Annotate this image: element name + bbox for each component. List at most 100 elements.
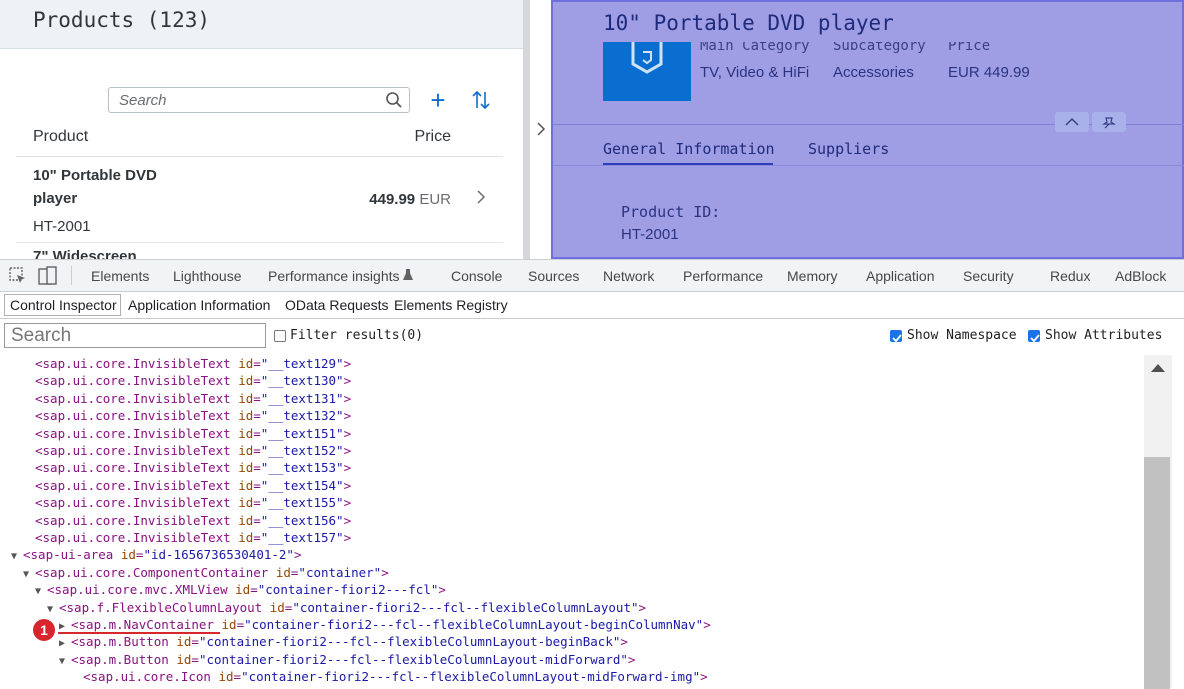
tab-suppliers[interactable]: Suppliers	[808, 140, 889, 158]
product-search-input[interactable]: Search	[108, 87, 410, 113]
tree-node[interactable]: ▼ <sap.ui.core.ComponentContainer id="con…	[23, 564, 389, 581]
tree-node-tag: <sap.ui.core.InvisibleText	[35, 373, 239, 389]
product-price: 449.99 EUR	[369, 191, 451, 208]
tab-odata-requests[interactable]: OData Requests	[285, 297, 389, 313]
tree-node[interactable]: <sap.ui.core.InvisibleText id="__text152…	[35, 442, 351, 459]
tree-node-equals: =	[233, 669, 242, 685]
filter-results-checkbox[interactable]	[274, 330, 286, 342]
tab-control-inspector[interactable]: Control Inspector	[10, 297, 117, 313]
collapse-header-button[interactable]	[1055, 112, 1089, 132]
checkmark-icon	[1030, 334, 1040, 343]
search-placeholder: Search	[11, 325, 72, 346]
tab-sources[interactable]: Sources	[528, 268, 579, 284]
tab-console[interactable]: Console	[451, 268, 502, 284]
scroll-up-arrow-icon[interactable]	[1151, 364, 1165, 372]
chevron-right-icon[interactable]	[534, 120, 548, 138]
tab-elements[interactable]: Elements	[91, 268, 149, 284]
tree-node[interactable]: ▼ <sap.ui.core.mvc.XMLView id="container-…	[35, 581, 446, 598]
show-namespace-checkbox[interactable]	[890, 330, 902, 343]
device-toolbar-icon[interactable]	[38, 266, 58, 286]
tree-node-attr-name: id	[238, 495, 254, 511]
tab-adblock[interactable]: AdBlock	[1115, 268, 1166, 284]
tree-node-attr-value: "id-1656736530401-2"	[143, 547, 294, 563]
control-search-input[interactable]: Search	[4, 323, 266, 348]
tree-node-close: >	[343, 408, 352, 424]
tree-node-tag: <sap.ui.core.InvisibleText	[35, 425, 239, 441]
tab-performance[interactable]: Performance	[683, 268, 763, 284]
control-tree: <sap.ui.core.InvisibleText id="__text129…	[0, 355, 1144, 688]
tree-node[interactable]: <sap.ui.core.InvisibleText id="__text156…	[35, 512, 351, 529]
tree-node-attr-value: "container"	[298, 564, 382, 580]
tree-node[interactable]: <sap.ui.core.InvisibleText id="__text131…	[35, 390, 351, 407]
tree-node[interactable]: <sap.ui.core.InvisibleText id="__text157…	[35, 529, 351, 546]
tab-elements-registry[interactable]: Elements Registry	[394, 297, 508, 313]
price-currency: EUR	[419, 191, 451, 208]
tree-node-attr-name: id	[238, 512, 254, 528]
tab-application[interactable]: Application	[866, 268, 935, 284]
tree-node-attr-value: "__text152"	[260, 443, 344, 458]
list-scrollbar[interactable]	[523, 0, 530, 259]
tab-security[interactable]: Security	[963, 268, 1014, 284]
expanded-triangle-icon[interactable]: ▼	[23, 566, 35, 583]
column-header-product: Product	[33, 128, 89, 145]
tree-node[interactable]: ▶ <sap.m.NavContainer id="container-fiori…	[59, 616, 711, 633]
tree-node[interactable]: <sap.ui.core.InvisibleText id="__text130…	[35, 372, 351, 389]
sort-icon[interactable]	[470, 88, 492, 112]
product-image-icon	[631, 42, 663, 74]
tab-application-information[interactable]: Application Information	[128, 297, 270, 313]
tree-node-tag: <sap.ui.core.InvisibleText	[35, 356, 239, 371]
tree-node[interactable]: <sap.ui.core.InvisibleText id="__text154…	[35, 477, 351, 494]
tree-node-close: >	[343, 495, 352, 511]
tab-redux[interactable]: Redux	[1050, 268, 1090, 284]
search-icon[interactable]	[385, 91, 403, 109]
tree-node-close: >	[293, 547, 302, 563]
expanded-triangle-icon[interactable]: ▼	[59, 653, 71, 670]
tree-node-attr-value: "__text131"	[260, 390, 344, 406]
tree-node-attr-name: id	[238, 425, 254, 441]
tab-network[interactable]: Network	[603, 268, 654, 284]
tree-scrollbar-thumb[interactable]	[1144, 457, 1170, 689]
tree-node-tag: <sap.ui.core.InvisibleText	[35, 495, 239, 511]
tree-node[interactable]: <sap.ui.core.InvisibleText id="__text155…	[35, 494, 351, 511]
table-row[interactable]: 10" Portable DVD player HT-2001 449.99 E…	[16, 158, 503, 243]
pin-header-button[interactable]	[1092, 112, 1126, 132]
checkmark-icon	[892, 334, 902, 343]
inspect-element-icon[interactable]	[9, 267, 27, 285]
expanded-triangle-icon[interactable]: ▼	[47, 601, 59, 618]
header-value-price: EUR 449.99	[948, 64, 1030, 81]
tree-node[interactable]: <sap.ui.core.InvisibleText id="__text132…	[35, 407, 351, 424]
tree-node[interactable]: <sap.ui.core.InvisibleText id="__text129…	[35, 355, 351, 372]
tree-node-tag: <sap.ui.core.InvisibleText	[35, 390, 239, 406]
tree-node[interactable]: ▼ <sap.m.Button id="container-fiori2---fc…	[59, 651, 635, 668]
devtools-panel: Elements Lighthouse Performance insights…	[0, 259, 1184, 689]
tree-node-close: >	[700, 669, 708, 685]
tab-lighthouse[interactable]: Lighthouse	[173, 268, 242, 284]
tree-node[interactable]: <sap.ui.core.InvisibleText id="__text151…	[35, 425, 351, 442]
tab-performance-insights[interactable]: Performance insights	[268, 268, 400, 284]
tab-general-information[interactable]: General Information	[603, 140, 775, 158]
tree-node-equals: =	[253, 373, 261, 389]
tree-node-tag: <sap.ui.core.InvisibleText	[35, 460, 239, 476]
expanded-triangle-icon[interactable]: ▼	[35, 583, 47, 600]
tree-node[interactable]: <sap.ui.core.InvisibleText id="__text153…	[35, 459, 351, 476]
column-header-price: Price	[414, 128, 451, 145]
tree-node-attr-name: id	[238, 460, 254, 476]
tree-node-close: >	[343, 425, 352, 441]
product-id-value: HT-2001	[621, 226, 679, 243]
tree-node[interactable]: ▶ <sap.m.Button id="container-fiori2---fc…	[59, 633, 628, 650]
show-attributes-checkbox[interactable]	[1028, 330, 1040, 343]
list-header: Products (123)	[0, 0, 523, 49]
tree-node-equals: =	[253, 460, 261, 476]
detail-panel-highlighted[interactable]: 10" Portable DVD player Main Category TV…	[551, 0, 1184, 259]
tree-node-tag: <sap.f.FlexibleColumnLayout	[59, 599, 270, 615]
tree-node[interactable]: <sap.ui.core.Icon id="container-fiori2--…	[83, 668, 708, 685]
tree-node-attr-value: "__text155"	[260, 495, 344, 511]
add-icon[interactable]: +	[426, 87, 450, 113]
expanded-triangle-icon[interactable]: ▼	[11, 548, 23, 565]
filter-bar: Search Filter results(0) Show Namespace …	[0, 319, 1184, 353]
tree-node-attr-value: "container-fiori2---fcl"	[257, 582, 439, 598]
tree-node-close: >	[438, 582, 446, 598]
tree-node[interactable]: ▼ <sap-ui-area id="id-1656736530401-2">	[11, 546, 301, 563]
tree-node[interactable]: ▼ <sap.f.FlexibleColumnLayout id="contain…	[47, 599, 646, 616]
tab-memory[interactable]: Memory	[787, 268, 838, 284]
